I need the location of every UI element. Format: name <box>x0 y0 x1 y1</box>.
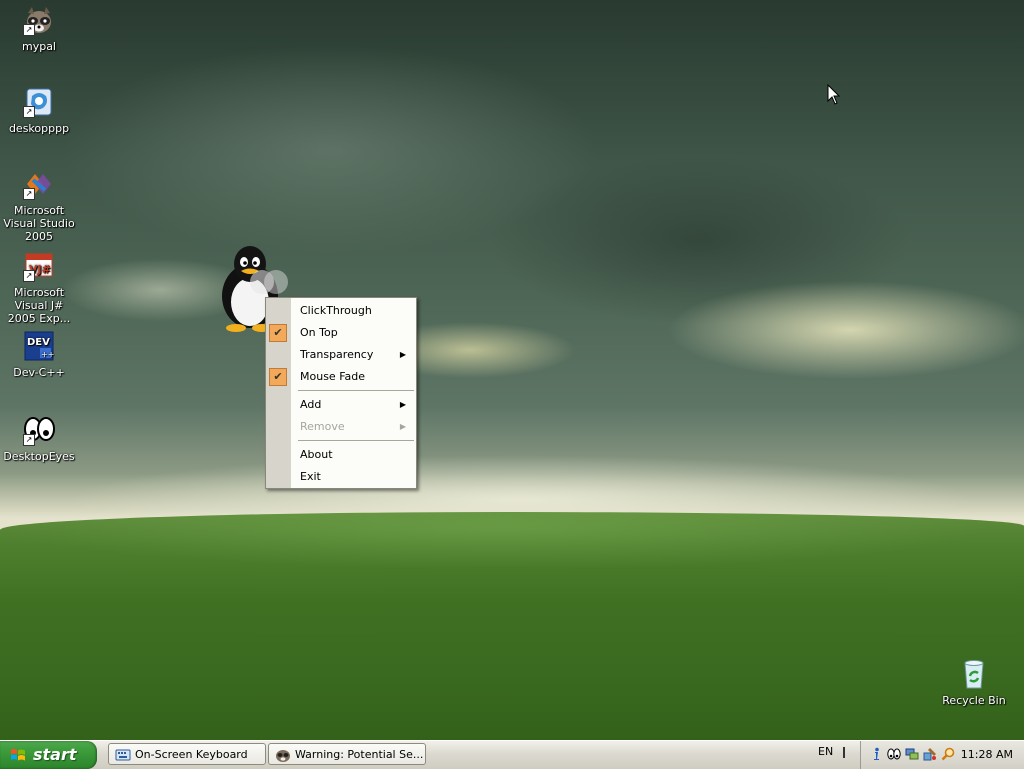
submenu-arrow-icon: ▶ <box>399 350 406 359</box>
raccoon-icon: ↗ <box>23 4 55 36</box>
start-button[interactable]: start <box>0 741 97 769</box>
desktop-icon-mypal[interactable]: ↗ mypal <box>0 4 78 53</box>
visual-jsharp-icon: VJ# ↗ <box>23 250 55 282</box>
check-icon: ✔ <box>269 368 287 386</box>
taskbar-button-label: Warning: Potential Se... <box>295 748 424 761</box>
tools-icon[interactable] <box>923 747 937 761</box>
desktop-icon-label: Microsoft Visual Studio 2005 <box>3 204 75 243</box>
desktop-icon-devcpp[interactable]: DEV ++ Dev-C++ <box>0 330 78 379</box>
app-icon: ↗ <box>23 86 55 118</box>
menu-item-label: Mouse Fade <box>300 370 365 383</box>
grass-field <box>0 512 1024 740</box>
menu-item-remove: Remove ▶ <box>266 416 416 438</box>
context-menu: ClickThrough ✔ On Top Transparency ▶ ✔ M… <box>265 297 417 489</box>
menu-item-transparency[interactable]: Transparency ▶ <box>266 344 416 366</box>
eyes-icon: ↗ <box>23 414 55 446</box>
menu-item-add[interactable]: Add ▶ <box>266 394 416 416</box>
windows-logo-icon <box>11 749 25 761</box>
desktop-icon-deskopppp[interactable]: ↗ deskopppp <box>0 86 78 135</box>
submenu-arrow-icon: ▶ <box>399 422 406 431</box>
language-bar-handle[interactable] <box>843 747 845 758</box>
menu-item-label: Transparency <box>300 348 374 361</box>
desktop-icon-label: Recycle Bin <box>942 694 1006 707</box>
menu-item-label: Remove <box>300 420 345 433</box>
taskbar-button-on-screen-keyboard[interactable]: On-Screen Keyboard <box>108 743 266 765</box>
desktop-icon-visual-jsharp[interactable]: VJ# ↗ Microsoft Visual J# 2005 Exp... <box>0 250 78 325</box>
menu-separator <box>298 390 414 391</box>
menu-separator <box>298 440 414 441</box>
desktop-icon-label: Dev-C++ <box>13 366 65 379</box>
network-icon[interactable] <box>905 747 919 761</box>
menu-item-label: Exit <box>300 470 321 483</box>
search-icon[interactable] <box>941 747 955 761</box>
menu-item-on-top[interactable]: ✔ On Top <box>266 322 416 344</box>
start-label: start <box>33 745 77 764</box>
visual-studio-icon: ↗ <box>23 168 55 200</box>
taskbar: start On-Screen Keyboard Warning: Potent… <box>0 740 1024 769</box>
desktop-wallpaper <box>0 0 1024 740</box>
taskbar-button-warning[interactable]: Warning: Potential Se... <box>268 743 426 765</box>
mypal-icon <box>276 750 290 762</box>
devcpp-icon: DEV ++ <box>23 330 55 362</box>
desktop-icon-desktopeyes[interactable]: ↗ DesktopEyes <box>0 414 78 463</box>
check-icon: ✔ <box>269 324 287 342</box>
system-tray: 11:28 AM <box>860 741 1024 769</box>
recycle-bin-icon <box>958 658 990 690</box>
submenu-arrow-icon: ▶ <box>399 400 406 409</box>
svg-text:++: ++ <box>41 350 54 359</box>
menu-item-label: About <box>300 448 333 461</box>
menu-item-label: ClickThrough <box>300 304 372 317</box>
menu-item-about[interactable]: About <box>266 444 416 466</box>
keyboard-icon <box>115 749 131 761</box>
desktop-icon-recycle-bin[interactable]: Recycle Bin <box>935 658 1013 707</box>
menu-item-mouse-fade[interactable]: ✔ Mouse Fade <box>266 366 416 388</box>
desktop-icon-label: deskopppp <box>8 122 70 135</box>
taskbar-button-label: On-Screen Keyboard <box>135 748 248 761</box>
info-icon[interactable] <box>869 747 883 761</box>
language-indicator[interactable]: EN <box>818 745 833 758</box>
menu-item-label: Add <box>300 398 322 411</box>
desktop-icon-visual-studio[interactable]: ↗ Microsoft Visual Studio 2005 <box>0 168 78 243</box>
desktop-icon-label: mypal <box>21 40 56 53</box>
menu-item-clickthrough[interactable]: ClickThrough <box>266 300 416 322</box>
desktop-icon-label: Microsoft Visual J# 2005 Exp... <box>7 286 71 325</box>
desktop-icon-label: DesktopEyes <box>3 450 75 463</box>
mouse-pointer-icon <box>827 83 841 106</box>
clock[interactable]: 11:28 AM <box>961 741 1013 769</box>
svg-text:DEV: DEV <box>27 337 50 348</box>
menu-item-label: On Top <box>300 326 338 339</box>
eyes-icon[interactable] <box>887 747 901 761</box>
menu-item-exit[interactable]: Exit <box>266 466 416 488</box>
